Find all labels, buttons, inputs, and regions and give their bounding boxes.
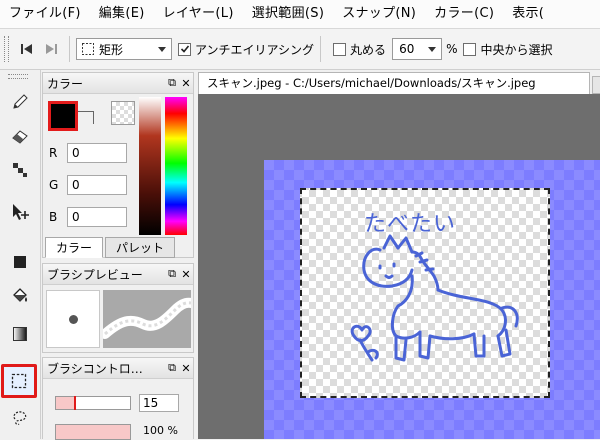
round-amount-dropdown[interactable]: 60: [392, 38, 443, 60]
toolbar-separator: [69, 36, 70, 62]
pen-icon: [13, 94, 28, 109]
horse-sketch: [350, 234, 519, 362]
round-corners-label: 丸める: [350, 42, 387, 57]
round-amount-value: 60: [399, 42, 415, 56]
selection-shape-label: 矩形: [99, 42, 124, 57]
filled-square-icon: [14, 256, 26, 268]
lasso-icon: [13, 411, 27, 425]
green-label: G: [49, 178, 59, 192]
menu-layer[interactable]: レイヤー(L): [154, 0, 243, 28]
toolbar-grip[interactable]: [4, 36, 9, 62]
document-tab[interactable]: スキャン.jpeg - C:/Users/michael/Downloads/ス…: [198, 72, 590, 94]
brush-size-fill: [56, 397, 74, 409]
blue-row: B 0: [49, 207, 127, 227]
round-unit: %: [446, 42, 458, 56]
pen-tool[interactable]: [6, 88, 34, 116]
brush-size-slider[interactable]: [55, 396, 131, 410]
round-corners-checkbox[interactable]: [333, 42, 347, 56]
menu-view[interactable]: 表示(: [503, 0, 553, 28]
check-icon: [180, 45, 189, 53]
next-button[interactable]: [39, 37, 63, 61]
close-icon[interactable]: ✕: [179, 362, 193, 375]
red-label: R: [49, 146, 58, 160]
rectangle-select-tool[interactable]: [1, 364, 37, 398]
image-canvas[interactable]: たべたい: [264, 160, 600, 439]
green-input[interactable]: 0: [67, 175, 127, 195]
undock-icon[interactable]: ⧉: [165, 76, 179, 90]
red-row: R 0: [49, 143, 127, 163]
brush-opacity-slider[interactable]: [55, 424, 131, 440]
color-panel-tabs: カラー パレット: [45, 237, 177, 258]
lasso-tool[interactable]: [6, 404, 34, 432]
swatch-link: [77, 111, 94, 124]
chevron-down-icon: [428, 46, 437, 52]
tab-color[interactable]: カラー: [45, 237, 104, 258]
color-panel: カラー ⧉ ✕ R 0 G 0 B 0 カラー パレット: [42, 72, 194, 258]
brush-preview-panel: ブラシプレビュー ⧉ ✕: [42, 263, 194, 353]
blue-input[interactable]: 0: [67, 207, 127, 227]
brush-size-handle[interactable]: [74, 396, 76, 410]
rectangle-select-icon: [11, 373, 27, 389]
menu-edit[interactable]: 編集(E): [90, 0, 154, 28]
eraser-icon: [12, 130, 28, 144]
tab-palette[interactable]: パレット: [105, 237, 176, 258]
select-from-center-checkbox[interactable]: [463, 42, 477, 56]
shade-picker[interactable]: [139, 97, 161, 235]
selection-shape-dropdown[interactable]: 矩形: [76, 38, 172, 60]
dots-brush-icon: [13, 163, 27, 177]
skip-back-icon: [21, 44, 32, 54]
brush-stroke-sample: [103, 297, 191, 339]
brush-control-header: ブラシコントロ… ⧉ ✕: [43, 358, 193, 379]
menu-file[interactable]: ファイル(F): [0, 0, 90, 28]
move-cursor-icon: [13, 204, 29, 220]
brush-preview-title: ブラシプレビュー: [47, 267, 143, 282]
rectangle-selection[interactable]: たべたい: [300, 188, 550, 398]
menu-snap[interactable]: スナップ(N): [333, 0, 425, 28]
blue-label: B: [49, 210, 58, 224]
menu-selection[interactable]: 選択範囲(S): [243, 0, 334, 28]
red-input[interactable]: 0: [67, 143, 127, 163]
canvas-workspace[interactable]: たべたい: [198, 94, 600, 439]
move-tool[interactable]: [6, 198, 34, 226]
eraser-tool[interactable]: [6, 122, 34, 150]
brush-stroke-preview: [103, 290, 191, 348]
chevron-down-icon: [158, 46, 166, 52]
hue-slider[interactable]: [165, 97, 187, 235]
color-panel-header: カラー ⧉ ✕: [43, 73, 193, 94]
brush-control-panel: ブラシコントロ… ⧉ ✕ 15 100 %: [42, 357, 194, 440]
paint-bucket-icon: [13, 288, 27, 302]
bucket-tool[interactable]: [6, 282, 34, 310]
antialias-label: アンチエイリアシング: [195, 42, 315, 57]
tool-options-bar: 矩形 アンチエイリアシング 丸める 60 % 中央から選択: [0, 29, 600, 70]
background-color-swatch[interactable]: [111, 101, 135, 125]
fill-rectangle-tool[interactable]: [6, 248, 34, 276]
tools-palette: [0, 70, 41, 439]
gradient-icon: [13, 327, 27, 341]
green-row: G 0: [49, 175, 127, 195]
brush-size-input[interactable]: 15: [139, 394, 179, 412]
dither-tool[interactable]: [6, 156, 34, 184]
brush-preview-header: ブラシプレビュー ⧉ ✕: [43, 264, 193, 285]
close-icon[interactable]: ✕: [179, 77, 193, 90]
rectangle-select-icon: [82, 43, 94, 55]
document-tab-overflow[interactable]: [592, 76, 600, 94]
foreground-color-swatch[interactable]: [48, 101, 78, 131]
skip-forward-icon: [46, 44, 57, 54]
select-from-center-label: 中央から選択: [480, 42, 553, 57]
color-panel-title: カラー: [47, 76, 84, 91]
tools-grip[interactable]: [8, 74, 28, 79]
previous-button[interactable]: [15, 37, 39, 61]
gradient-tool[interactable]: [6, 320, 34, 348]
antialias-checkbox[interactable]: [178, 42, 191, 56]
menu-bar: ファイル(F) 編集(E) レイヤー(L) 選択範囲(S) スナップ(N) カラ…: [0, 0, 600, 29]
undock-icon[interactable]: ⧉: [165, 267, 179, 281]
brush-tip-dot: [69, 315, 78, 324]
brush-opacity-value: 100 %: [143, 424, 178, 437]
menu-color[interactable]: カラー(C): [425, 0, 503, 28]
brush-control-title: ブラシコントロ…: [47, 361, 143, 376]
close-icon[interactable]: ✕: [179, 268, 193, 281]
toolbar-separator: [320, 36, 322, 62]
brush-tip-preview: [46, 290, 100, 348]
undock-icon[interactable]: ⧉: [165, 361, 179, 375]
